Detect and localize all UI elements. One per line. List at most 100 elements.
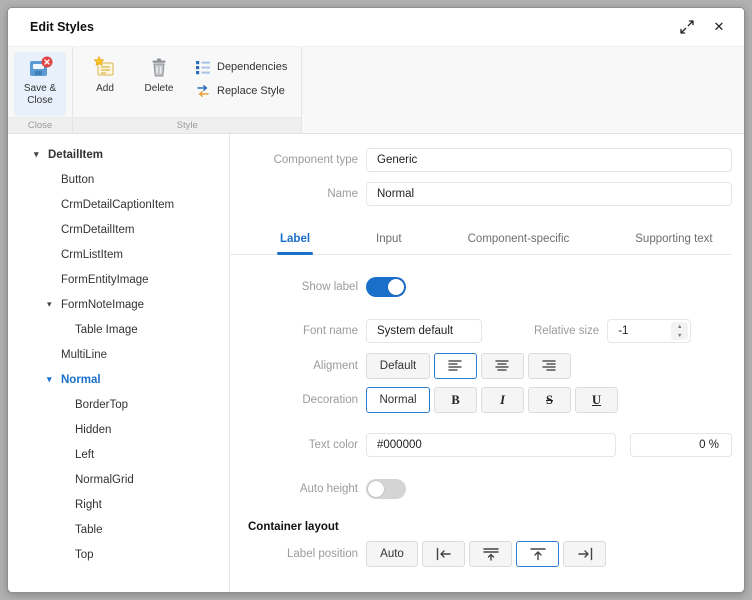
label-position-left-button[interactable]	[422, 541, 465, 567]
strikethrough-icon: S	[546, 392, 553, 407]
close-button[interactable]: ✕	[704, 14, 734, 40]
text-color-input[interactable]	[366, 433, 616, 457]
content: ▾ DetailItem Button CrmDetailCaptionItem …	[8, 134, 744, 592]
label-position-row: Label position Auto	[230, 541, 744, 567]
window-frame: Edit Styles ✕ Save & Close Close Add Del…	[0, 0, 752, 600]
text-color-row: Text color	[230, 433, 744, 457]
font-name-input[interactable]	[366, 319, 482, 343]
spin-down-icon[interactable]: ▼	[671, 331, 688, 340]
delete-button[interactable]: Delete	[133, 52, 185, 116]
auto-height-toggle[interactable]	[366, 479, 406, 499]
name-input[interactable]	[366, 182, 732, 206]
decoration-normal-button[interactable]: Normal	[366, 387, 430, 413]
toggle-knob	[368, 481, 384, 497]
text-color-percent-input[interactable]	[630, 433, 732, 457]
tree-item-normal[interactable]: ▾ Normal	[8, 367, 229, 392]
tree-item-bordertop[interactable]: BorderTop	[8, 392, 229, 417]
tab-supporting-text[interactable]: Supporting text	[629, 228, 718, 254]
decoration-label: Decoration	[302, 394, 358, 406]
relative-size-input[interactable]	[608, 320, 672, 342]
chevron-down-icon[interactable]: ▾	[47, 299, 61, 310]
tree-item-left[interactable]: Left	[8, 442, 229, 467]
window-title: Edit Styles	[30, 20, 94, 34]
chevron-down-icon[interactable]: ▾	[47, 374, 61, 385]
maximize-icon	[680, 20, 694, 34]
show-label-toggle[interactable]	[366, 277, 406, 297]
label-position-right-button[interactable]	[563, 541, 606, 567]
tree-item-crmdetailitem[interactable]: CrmDetailItem	[8, 217, 229, 242]
component-type-label: Component type	[273, 154, 358, 166]
align-center-button[interactable]	[481, 353, 524, 379]
save-close-icon	[27, 55, 53, 81]
save-close-button[interactable]: Save & Close	[14, 52, 66, 116]
tree-item-button[interactable]: Button	[8, 167, 229, 192]
decoration-italic-button[interactable]: I	[481, 387, 524, 413]
edit-styles-dialog: Edit Styles ✕ Save & Close Close Add Del…	[7, 7, 745, 593]
ribbon-toolbar: Save & Close Close Add Delete Dependenci…	[8, 46, 744, 134]
chevron-down-icon[interactable]: ▾	[34, 149, 48, 160]
tab-component-specific[interactable]: Component-specific	[462, 228, 576, 254]
label-position-top-button[interactable]	[516, 541, 559, 567]
tab-bar: Label Input Component-specific Supportin…	[230, 228, 732, 255]
toggle-knob	[388, 279, 404, 295]
tree-item-right[interactable]: Right	[8, 492, 229, 517]
align-right-icon	[541, 360, 556, 371]
dependencies-label: Dependencies	[217, 61, 288, 73]
tree-item-crmdetailcaptionitem[interactable]: CrmDetailCaptionItem	[8, 192, 229, 217]
component-type-row: Component type	[230, 148, 744, 172]
position-top-icon	[529, 548, 546, 561]
container-layout-header: Container layout	[248, 521, 339, 533]
ribbon-group-style: Add Delete Dependencies Replace Style St…	[73, 47, 303, 133]
tree-item-detailitem[interactable]: ▾ DetailItem	[8, 142, 229, 167]
maximize-button[interactable]	[672, 14, 702, 40]
decoration-bold-button[interactable]: B	[434, 387, 477, 413]
delete-label: Delete	[144, 83, 174, 94]
tree-item-table[interactable]: Table	[8, 517, 229, 542]
tree-item-multiline[interactable]: MultiLine	[8, 342, 229, 367]
tree-item-table-image[interactable]: Table Image	[8, 317, 229, 342]
position-right-icon	[577, 547, 592, 561]
bold-icon: B	[451, 392, 460, 407]
tree-item-crmlistitem[interactable]: CrmListItem	[8, 242, 229, 267]
add-icon	[92, 55, 118, 81]
label-position-auto-button[interactable]: Auto	[366, 541, 418, 567]
tree-item-top[interactable]: Top	[8, 542, 229, 567]
delete-icon	[146, 55, 172, 81]
tree-item-hidden[interactable]: Hidden	[8, 417, 229, 442]
styles-tree: ▾ DetailItem Button CrmDetailCaptionItem …	[8, 134, 230, 592]
decoration-row: Decoration Normal B I S U	[230, 387, 744, 413]
font-name-label: Font name	[303, 325, 358, 337]
add-label: Add	[96, 83, 114, 94]
label-position-top-floating-button[interactable]	[469, 541, 512, 567]
show-label-label: Show label	[301, 281, 358, 293]
align-default-button[interactable]: Default	[366, 353, 430, 379]
position-left-icon	[436, 547, 451, 561]
relative-size-stepper[interactable]: ▲ ▼	[607, 319, 692, 343]
decoration-strikethrough-button[interactable]: S	[528, 387, 571, 413]
replace-style-label: Replace Style	[217, 85, 285, 97]
spin-up-icon[interactable]: ▲	[671, 322, 688, 331]
label-position-label: Label position	[287, 548, 358, 560]
tree-item-normalgrid[interactable]: NormalGrid	[8, 467, 229, 492]
component-type-input[interactable]	[366, 148, 732, 172]
tab-label[interactable]: Label	[274, 228, 316, 255]
align-right-button[interactable]	[528, 353, 571, 379]
tree-item-formnoteimage[interactable]: ▾ FormNoteImage	[8, 292, 229, 317]
align-left-button[interactable]	[434, 353, 477, 379]
decoration-underline-button[interactable]: U	[575, 387, 618, 413]
tab-input[interactable]: Input	[370, 228, 408, 254]
text-color-label: Text color	[308, 439, 358, 451]
alignment-label: Aligment	[313, 360, 358, 372]
add-button[interactable]: Add	[79, 52, 131, 116]
name-label: Name	[327, 188, 358, 200]
replace-style-button[interactable]: Replace Style	[195, 82, 287, 100]
tree-item-formentityimage[interactable]: FormEntityImage	[8, 267, 229, 292]
name-row: Name	[230, 182, 744, 206]
ribbon-filler	[302, 47, 744, 133]
spinner-buttons: ▲ ▼	[671, 322, 689, 340]
dependencies-icon	[195, 59, 211, 75]
alignment-row: Aligment Default	[230, 353, 744, 379]
save-close-label: Save & Close	[23, 83, 57, 106]
dependencies-button[interactable]: Dependencies	[195, 58, 287, 76]
italic-icon: I	[500, 392, 505, 407]
